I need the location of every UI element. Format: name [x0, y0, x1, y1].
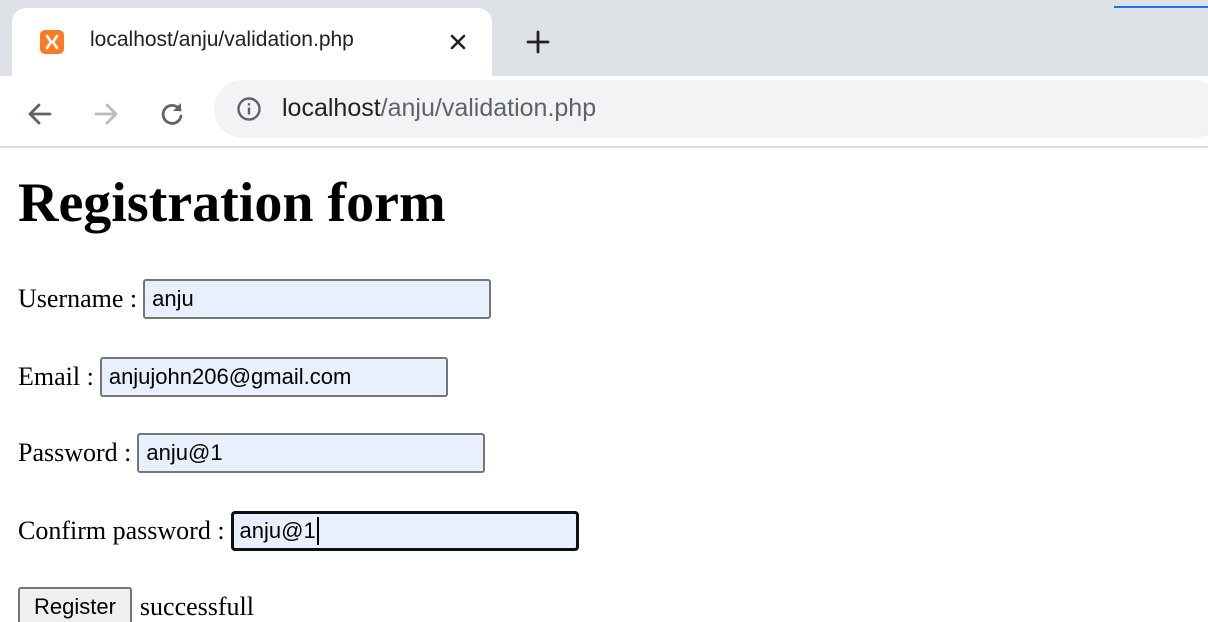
email-input[interactable]: anjujohn206@gmail.com: [99, 357, 448, 397]
email-value: anjujohn206@gmail.com: [108, 364, 352, 389]
email-row: Email : anjujohn206@gmail.com: [18, 357, 448, 397]
status-message: successfull: [139, 592, 255, 621]
page-title: Registration form: [18, 172, 446, 234]
plus-icon[interactable]: [524, 28, 552, 56]
xampp-icon: [40, 30, 64, 54]
username-value: anju: [152, 286, 194, 311]
register-button[interactable]: Register: [18, 587, 132, 622]
close-icon[interactable]: [446, 30, 470, 54]
password-input[interactable]: anju@1: [137, 433, 486, 473]
url-text: localhost/anju/validation.php: [282, 94, 596, 123]
submit-row: Register successfull: [18, 587, 254, 622]
confirm-password-row: Confirm password : anju@1: [18, 511, 579, 551]
confirm-password-value: anju@1: [239, 518, 316, 543]
text-caret: [316, 517, 319, 545]
username-label: Username :: [18, 284, 138, 313]
reload-icon[interactable]: [158, 100, 186, 128]
arrow-right-icon[interactable]: [92, 100, 120, 128]
tabstrip-accent: [1114, 6, 1208, 8]
confirm-password-label: Confirm password :: [18, 516, 225, 545]
username-row: Username : anju: [18, 279, 492, 319]
tab-strip: localhost/anju/validation.php: [0, 0, 1208, 76]
password-value: anju@1: [146, 440, 223, 465]
email-label: Email :: [18, 362, 94, 391]
info-icon[interactable]: [236, 96, 262, 122]
url-host: localhost: [282, 94, 381, 122]
tab-title: localhost/anju/validation.php: [90, 28, 354, 51]
password-row: Password : anju@1: [18, 433, 486, 473]
arrow-left-icon[interactable]: [26, 100, 54, 128]
browser-tab[interactable]: localhost/anju/validation.php: [12, 8, 492, 76]
confirm-password-input[interactable]: anju@1: [230, 511, 579, 551]
address-bar[interactable]: localhost/anju/validation.php: [214, 80, 1208, 138]
browser-toolbar: localhost/anju/validation.php: [0, 76, 1208, 148]
password-label: Password :: [18, 438, 132, 467]
username-input[interactable]: anju: [143, 279, 492, 319]
url-path: /anju/validation.php: [380, 94, 597, 122]
